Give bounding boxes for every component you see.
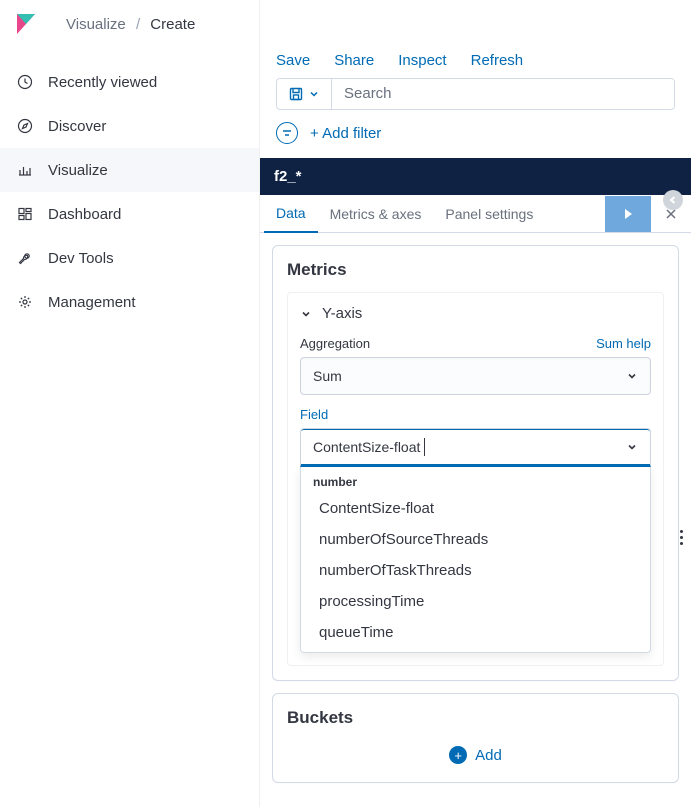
add-bucket-label: Add [475, 747, 502, 764]
dashboard-icon [16, 205, 34, 223]
wrench-icon [16, 249, 34, 267]
text-cursor [424, 438, 425, 456]
nav-discover[interactable]: Discover [0, 104, 259, 148]
field-value: ContentSize-float [313, 439, 420, 455]
buckets-card: Buckets + Add [272, 693, 679, 783]
sidebar: Visualize / Create Recently viewed Disco… [0, 0, 260, 807]
nav-recently-viewed[interactable]: Recently viewed [0, 60, 259, 104]
nav-label: Discover [48, 118, 106, 135]
nav-dashboard[interactable]: Dashboard [0, 192, 259, 236]
add-bucket-button[interactable]: + Add [287, 740, 664, 782]
yaxis-accordion: Y-axis Aggregation Sum help Sum [287, 292, 664, 666]
aggregation-help-link[interactable]: Sum help [596, 336, 651, 351]
yaxis-toggle[interactable]: Y-axis [300, 305, 651, 322]
buckets-title: Buckets [287, 708, 664, 728]
yaxis-label: Y-axis [322, 305, 362, 322]
field-option[interactable]: processingTime [301, 586, 650, 617]
nav-label: Dashboard [48, 206, 121, 223]
nav-label: Management [48, 294, 136, 311]
kibana-logo[interactable] [14, 12, 38, 36]
tab-data[interactable]: Data [264, 195, 318, 233]
nav-visualize[interactable]: Visualize [0, 148, 259, 192]
nav-label: Dev Tools [48, 250, 114, 267]
aggregation-label: Aggregation [300, 336, 370, 351]
tab-panel-settings[interactable]: Panel settings [433, 196, 545, 232]
index-pattern-bar[interactable]: f2_* [260, 158, 691, 195]
toolbar: Save Share Inspect Refresh [260, 42, 691, 78]
chevron-down-icon [300, 308, 312, 320]
field-option[interactable]: numberOfSourceThreads [301, 524, 650, 555]
more-options-button[interactable] [680, 530, 683, 545]
chevron-down-icon [626, 370, 638, 382]
save-disk-icon [289, 87, 303, 101]
saved-query-button[interactable] [277, 79, 332, 109]
nav-label: Recently viewed [48, 74, 157, 91]
apply-changes-button[interactable] [605, 196, 651, 232]
chart-icon [16, 161, 34, 179]
nav: Recently viewed Discover Visualize Dashb… [0, 46, 259, 324]
search-bar [276, 78, 675, 110]
gear-icon [16, 293, 34, 311]
share-link[interactable]: Share [334, 52, 374, 69]
filter-options-button[interactable] [276, 122, 298, 144]
main: Save Share Inspect Refresh + Add filter [260, 0, 691, 807]
field-label: Field [300, 407, 328, 422]
field-option[interactable]: queueTime [301, 617, 650, 648]
chevron-down-icon [626, 441, 638, 453]
breadcrumb-current: Create [150, 16, 195, 33]
collapse-panel-button[interactable] [663, 190, 683, 210]
field-option[interactable]: ContentSize-float [301, 493, 650, 524]
metrics-title: Metrics [287, 260, 664, 280]
tab-metrics-axes[interactable]: Metrics & axes [318, 196, 434, 232]
save-link[interactable]: Save [276, 52, 310, 69]
search-input[interactable] [332, 79, 674, 109]
metrics-card: Metrics Y-axis Aggregation Sum help [272, 245, 679, 681]
plus-circle-icon: + [449, 746, 467, 764]
aggregation-select[interactable]: Sum [300, 357, 651, 395]
breadcrumb-parent[interactable]: Visualize [66, 16, 126, 33]
add-filter-button[interactable]: + Add filter [310, 125, 381, 142]
nav-dev-tools[interactable]: Dev Tools [0, 236, 259, 280]
compass-icon [16, 117, 34, 135]
field-option[interactable]: numberOfTaskThreads [301, 555, 650, 586]
clock-icon [16, 73, 34, 91]
chevron-down-icon [309, 89, 319, 99]
field-combobox[interactable]: ContentSize-float [300, 428, 651, 467]
index-pattern-label: f2_* [274, 168, 302, 185]
field-dropdown: number ContentSize-float numberOfSourceT… [300, 467, 651, 653]
panel-tabs: Data Metrics & axes Panel settings [260, 195, 691, 233]
aggregation-value: Sum [313, 368, 342, 384]
field-group-label: number [301, 467, 650, 493]
refresh-link[interactable]: Refresh [471, 52, 524, 69]
breadcrumb: Visualize / Create [66, 16, 195, 33]
nav-label: Visualize [48, 162, 108, 179]
inspect-link[interactable]: Inspect [398, 52, 446, 69]
nav-management[interactable]: Management [0, 280, 259, 324]
